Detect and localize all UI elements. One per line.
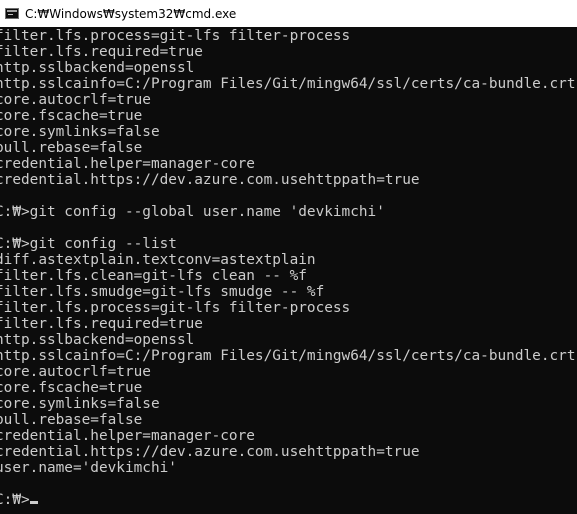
console-line: filter.lfs.process=git-lfs filter-proces… xyxy=(0,300,351,316)
cmd-window: C:₩Windows₩system32₩cmd.exe filter.lfs.p… xyxy=(0,0,577,514)
console-line: core.fscache=true xyxy=(0,380,143,396)
console-line: C:₩>git config --list xyxy=(0,236,177,252)
text-cursor xyxy=(29,501,38,504)
command-prompt-line[interactable]: C:₩> xyxy=(0,492,575,508)
console-line: filter.lfs.required=true xyxy=(0,44,203,60)
console-line: core.symlinks=false xyxy=(0,396,160,412)
console-line: credential.helper=manager-core xyxy=(0,428,255,444)
console-line: http.sslcainfo=C:/Program Files/Git/ming… xyxy=(0,76,576,92)
console-line: filter.lfs.smudge=git-lfs smudge -- %f xyxy=(0,284,325,300)
window-title: C:₩Windows₩system32₩cmd.exe xyxy=(25,6,237,21)
console-line: core.fscache=true xyxy=(0,108,143,124)
console-line: credential.https://dev.azure.com.usehttp… xyxy=(0,444,420,460)
cmd-icon xyxy=(5,8,19,19)
console-line: core.symlinks=false xyxy=(0,124,160,140)
console-line: core.autocrlf=true xyxy=(0,92,151,108)
console-line: credential.https://dev.azure.com.usehttp… xyxy=(0,172,420,188)
console-line: diff.astextplain.textconv=astextplain xyxy=(0,252,316,268)
console-line: pull.rebase=false xyxy=(0,412,143,428)
title-bar[interactable]: C:₩Windows₩system32₩cmd.exe xyxy=(0,0,577,27)
console-line: credential.helper=manager-core xyxy=(0,156,255,172)
console-line: pull.rebase=false xyxy=(0,140,143,156)
console-line: filter.lfs.required=true xyxy=(0,316,203,332)
command-prompt: C:₩> xyxy=(0,492,30,508)
console-lines: filter.lfs.process=git-lfs filter-proces… xyxy=(0,28,575,508)
console-output[interactable]: filter.lfs.process=git-lfs filter-proces… xyxy=(0,27,577,514)
console-line: C:₩>git config --global user.name 'devki… xyxy=(0,204,385,220)
console-line: filter.lfs.clean=git-lfs clean -- %f xyxy=(0,268,307,284)
console-line: filter.lfs.process=git-lfs filter-proces… xyxy=(0,28,351,44)
console-line: http.sslbackend=openssl xyxy=(0,60,195,76)
console-line: core.autocrlf=true xyxy=(0,364,151,380)
console-line: http.sslbackend=openssl xyxy=(0,332,195,348)
console-line: http.sslcainfo=C:/Program Files/Git/ming… xyxy=(0,348,576,364)
console-line: user.name='devkimchi' xyxy=(0,460,177,476)
